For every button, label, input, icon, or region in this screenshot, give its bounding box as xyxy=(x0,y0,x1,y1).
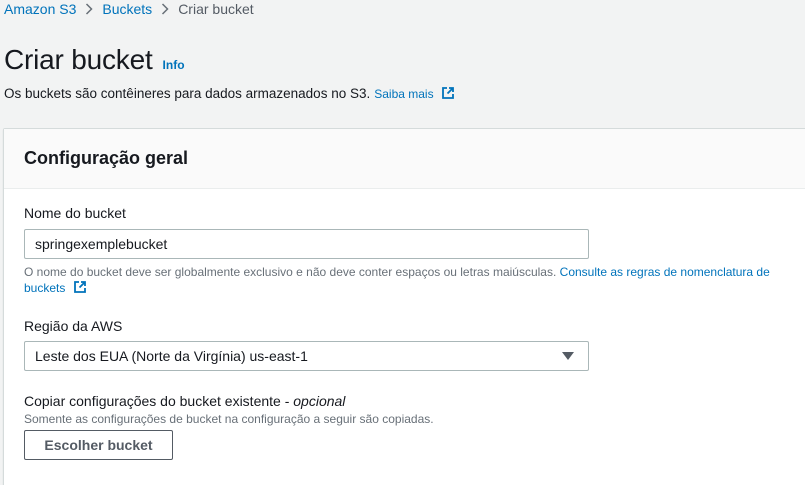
breadcrumb-amazon-s3[interactable]: Amazon S3 xyxy=(4,1,76,17)
breadcrumb-current: Criar bucket xyxy=(178,1,254,17)
external-link-icon xyxy=(442,87,454,99)
chevron-right-icon xyxy=(76,3,102,15)
copy-settings-label-text: Copiar configurações do bucket existente… xyxy=(24,393,290,409)
region-select[interactable]: Leste dos EUA (Norte da Virgínia) us-eas… xyxy=(24,341,589,371)
page-title: Criar bucket xyxy=(4,44,153,75)
optional-tag: opcional xyxy=(293,393,346,409)
learn-more-link[interactable]: Saiba mais xyxy=(374,86,455,101)
panel-header: Configuração geral xyxy=(4,129,805,189)
panel-title: Configuração geral xyxy=(24,148,189,168)
external-link-icon xyxy=(73,281,86,293)
region-selected-value: Leste dos EUA (Norte da Virgínia) us-eas… xyxy=(35,348,308,364)
copy-settings-label: Copiar configurações do bucket existente… xyxy=(24,393,345,409)
breadcrumb-buckets[interactable]: Buckets xyxy=(102,1,152,17)
page-description-text: Os buckets são contêineres para dados ar… xyxy=(4,86,371,101)
chevron-right-icon xyxy=(152,3,178,15)
bucket-name-input[interactable] xyxy=(24,229,589,259)
choose-bucket-button[interactable]: Escolher bucket xyxy=(24,430,173,460)
caret-down-icon xyxy=(562,352,574,360)
page-description: Os buckets são contêineres para dados ar… xyxy=(4,86,455,101)
general-configuration-panel: Configuração geral Nome do bucket O nome… xyxy=(3,128,805,485)
breadcrumb: Amazon S3 Buckets Criar bucket xyxy=(4,0,254,18)
bucket-name-hint-text: O nome do bucket deve ser globalmente ex… xyxy=(24,265,557,279)
region-label: Região da AWS xyxy=(24,318,123,334)
bucket-name-hint: O nome do bucket deve ser globalmente ex… xyxy=(24,264,784,296)
copy-settings-hint: Somente as configurações de bucket na co… xyxy=(24,412,434,426)
page-header: Criar bucket Info xyxy=(4,44,185,76)
learn-more-label: Saiba mais xyxy=(374,87,434,101)
bucket-name-label: Nome do bucket xyxy=(24,205,126,221)
info-link[interactable]: Info xyxy=(163,58,185,72)
